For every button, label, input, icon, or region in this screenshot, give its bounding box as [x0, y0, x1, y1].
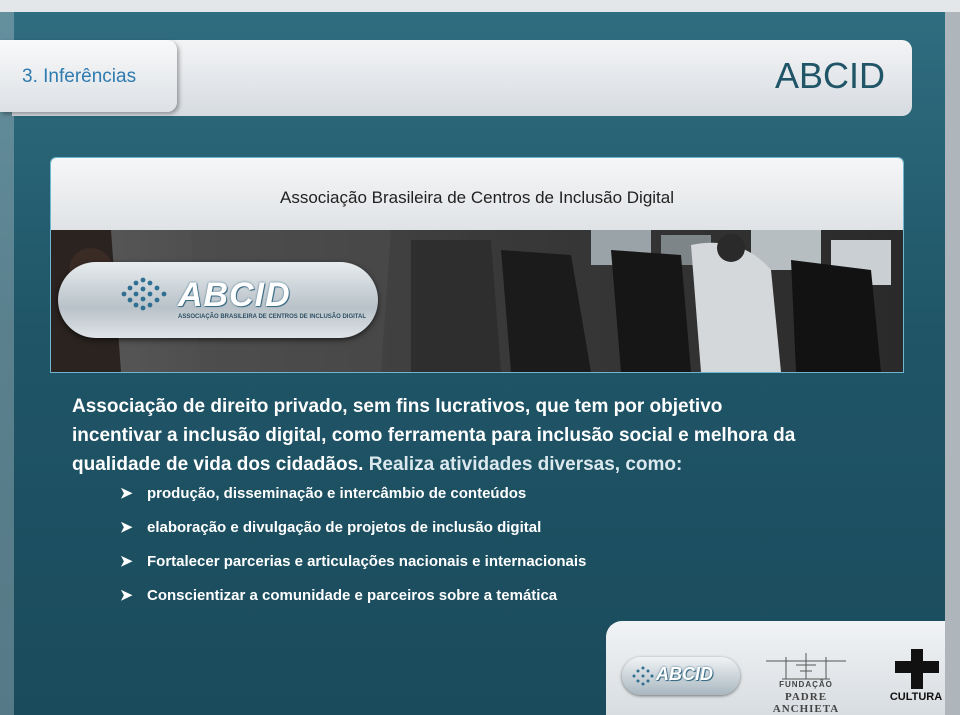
- intro-line-1: Associação de direito privado, sem fins …: [72, 396, 723, 417]
- abcid-badge: ABCID ASSOCIAÇÃO BRASILEIRA DE CENTROS D…: [58, 262, 378, 338]
- list-item: ➤ elaboração e divulgação de projetos de …: [120, 515, 820, 549]
- photo-caption-bar: Associação Brasileira de Centros de Incl…: [51, 158, 903, 230]
- arrow-bullet-icon: ➤: [120, 519, 133, 536]
- photo-caption: Associação Brasileira de Centros de Incl…: [279, 188, 675, 207]
- activities-list: ➤ produção, disseminação e intercâmbio de…: [120, 481, 820, 617]
- left-edge: [0, 12, 14, 715]
- list-item-text: Conscientizar a comunidade e parceiros s…: [147, 587, 558, 604]
- intro-paragraph: Associação de direito privado, sem fins …: [72, 392, 872, 479]
- arrow-bullet-icon: ➤: [120, 587, 133, 604]
- globe-icon: [121, 277, 167, 311]
- intro-line-3: qualidade de vida dos cidadãos. Realiza …: [72, 450, 872, 479]
- arrow-bullet-icon: ➤: [120, 485, 133, 502]
- intro-line-3b: Realiza atividades diversas, como:: [363, 454, 683, 475]
- list-item-text: elaboração e divulgação de projetos de i…: [147, 519, 542, 536]
- list-item: ➤ produção, disseminação e intercâmbio de…: [120, 481, 820, 515]
- intro-line-2: incentivar a inclusão digital, como ferr…: [72, 425, 796, 446]
- fpa-line-1: FUNDAÇÃO: [779, 680, 833, 689]
- right-edge: [945, 12, 960, 715]
- slide-title: ABCID: [774, 55, 885, 96]
- section-label: 3. Inferências: [22, 66, 137, 87]
- abcid-footer-logo-text: ABCID: [656, 664, 713, 684]
- top-strip: [0, 0, 960, 12]
- intro-line-3a: qualidade de vida dos cidadãos.: [72, 454, 364, 475]
- badge-text: ABCID: [178, 276, 291, 314]
- cultura-logo-text: CULTURA: [889, 691, 943, 703]
- logo-strip: ABCID FUNDAÇÃO PADRE ANCHIETA CULTURA: [606, 621, 945, 715]
- list-item-text: Fortalecer parcerias e articulações naci…: [147, 553, 587, 570]
- badge-subtext: ASSOCIAÇÃO BRASILEIRA DE CENTROS DE INCL…: [178, 314, 367, 320]
- list-item-text: produção, disseminação e intercâmbio de …: [147, 485, 527, 502]
- list-item: ➤ Fortalecer parcerias e articulações nac…: [120, 549, 820, 583]
- cultura-cross-icon: [895, 649, 939, 689]
- fpa-line-2: PADRE ANCHIETA: [772, 691, 840, 715]
- arrow-bullet-icon: ➤: [120, 553, 133, 570]
- list-item: ➤ Conscientizar a comunidade e parceiros …: [120, 583, 820, 617]
- abcid-footer-logo: ABCID: [622, 657, 740, 695]
